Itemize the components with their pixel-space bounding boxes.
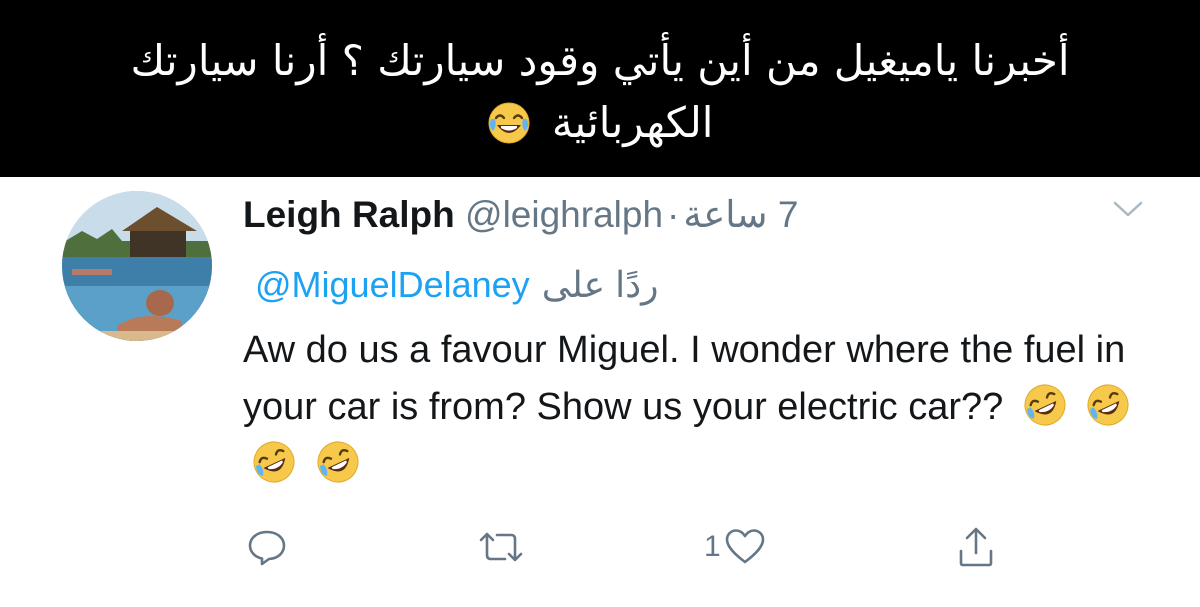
separator-dot: · [667,194,680,235]
rofl-emoji-icon [1024,384,1066,426]
caption: أخبرنا ياميغيل من أين يأتي وقود سيارتك ؟… [60,30,1140,154]
rofl-emoji-icon [253,441,295,483]
retweet-button[interactable] [475,517,527,577]
retweet-icon [479,532,523,562]
tweet-text: Aw do us a favour Miguel. I wonder where… [243,322,1143,493]
avatar[interactable] [62,191,212,341]
like-count: 1 [704,530,721,563]
heart-icon [725,529,764,564]
caption-text: أخبرنا ياميغيل من أين يأتي وقود سيارتك ؟… [130,36,1070,147]
reply-button[interactable] [245,517,289,577]
replying-to: @MiguelDelaney ردًا على [255,261,659,309]
tweet-actions: 1 [0,517,1200,577]
like-button[interactable]: 1 [704,517,767,577]
tweet-header: Leigh Ralph @leighralph · 7 ساعة [243,191,798,239]
share-icon [959,527,993,567]
user-handle[interactable]: @leighralph [465,194,663,235]
screenshot-frame: أخبرنا ياميغيل من أين يأتي وقود سيارتك ؟… [0,0,1200,607]
avatar-photo [62,191,212,341]
reply-icon [248,530,286,566]
tweet-card[interactable]: Leigh Ralph @leighralph · 7 ساعة @MiguelDe… [0,177,1200,607]
caption-bar: أخبرنا ياميغيل من أين يأتي وقود سيارتك ؟… [0,0,1200,177]
replying-to-handle[interactable]: @MiguelDelaney [255,264,530,305]
rofl-emoji-icon [317,441,359,483]
tweet-body-text: Aw do us a favour Miguel. I wonder where… [243,329,1126,428]
display-name[interactable]: Leigh Ralph [243,194,455,235]
rofl-emoji-icon [1087,384,1129,426]
replying-to-label: ردًا على [541,264,659,305]
timestamp[interactable]: 7 ساعة [683,194,798,235]
chevron-down-icon[interactable] [1112,199,1144,219]
share-button[interactable] [956,517,996,577]
tears-of-joy-emoji-icon [488,102,530,144]
